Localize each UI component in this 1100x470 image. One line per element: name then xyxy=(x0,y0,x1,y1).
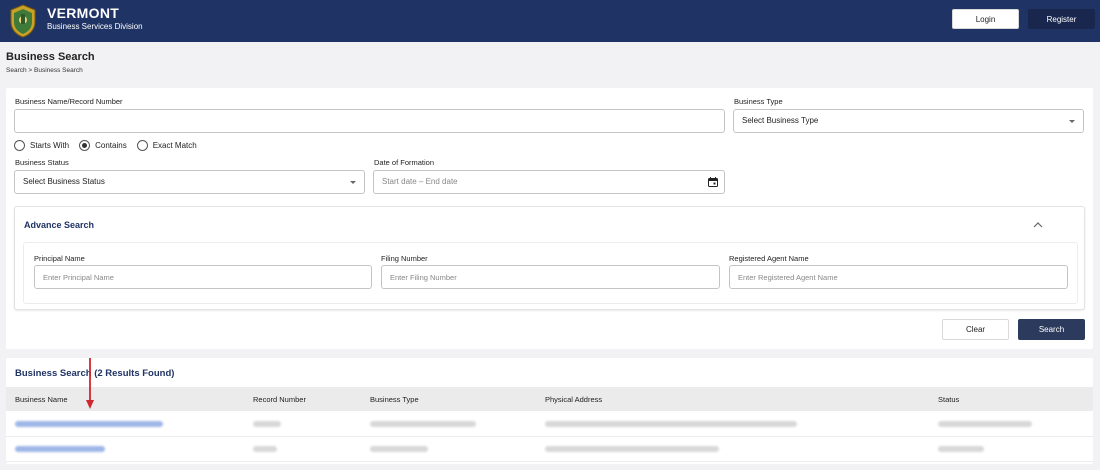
column-header-business-name[interactable]: Business Name xyxy=(15,395,68,404)
redacted-business-name-link[interactable] xyxy=(15,421,163,427)
table-row[interactable] xyxy=(6,437,1093,462)
radio-label: Contains xyxy=(95,140,127,150)
business-type-label: Business Type xyxy=(734,97,783,106)
business-name-label: Business Name/Record Number xyxy=(15,97,123,106)
advance-search-title[interactable]: Advance Search xyxy=(24,220,94,230)
redacted-business-type xyxy=(370,421,476,427)
advance-search-section: Advance Search Principal Name Filing Num… xyxy=(14,206,1085,310)
annotation-arrow-icon xyxy=(86,358,94,409)
redacted-physical-address xyxy=(545,446,719,452)
filing-number-input[interactable] xyxy=(381,265,720,289)
date-range-input[interactable]: Start date – End date xyxy=(373,170,725,194)
redacted-business-type xyxy=(370,446,428,452)
business-status-label: Business Status xyxy=(15,158,69,167)
redacted-business-name-link[interactable] xyxy=(15,446,105,452)
clear-button[interactable]: Clear xyxy=(942,319,1009,340)
radio-selected-icon xyxy=(79,139,91,151)
calendar-icon[interactable] xyxy=(708,177,718,187)
results-panel: Business Search (2 Results Found) Busine… xyxy=(6,358,1093,464)
column-header-record-number[interactable]: Record Number xyxy=(253,395,306,404)
chevron-up-icon[interactable] xyxy=(1033,221,1043,228)
business-type-select[interactable]: Select Business Type xyxy=(733,109,1084,133)
radio-label: Starts With xyxy=(30,140,70,150)
redacted-record-number xyxy=(253,421,281,427)
date-of-formation-label: Date of Formation xyxy=(374,158,435,167)
column-header-business-type[interactable]: Business Type xyxy=(370,395,419,404)
radio-label: Exact Match xyxy=(152,140,197,150)
login-button[interactable]: Login xyxy=(952,9,1019,29)
registered-agent-label: Registered Agent Name xyxy=(729,254,809,263)
chevron-down-icon xyxy=(350,181,356,184)
radio-circle-icon xyxy=(14,139,25,151)
redacted-record-number xyxy=(253,446,277,452)
top-navigation-bar: VERMONT Business Services Division Login… xyxy=(0,0,1100,42)
advance-search-fields: Principal Name Filing Number Registered … xyxy=(23,242,1078,304)
match-type-radio-group: Starts With Contains Exact Match xyxy=(14,138,207,152)
results-table-header: Business Name Record Number Business Typ… xyxy=(6,387,1093,411)
brand-title: VERMONT xyxy=(47,5,120,21)
principal-name-input[interactable] xyxy=(34,265,372,289)
redacted-physical-address xyxy=(545,421,797,427)
business-status-selected-value: Select Business Status xyxy=(23,177,105,186)
table-row[interactable] xyxy=(6,412,1093,437)
radio-exact-match[interactable]: Exact Match xyxy=(136,139,197,151)
column-header-physical-address[interactable]: Physical Address xyxy=(545,395,602,404)
breadcrumb: Search > Business Search xyxy=(6,67,83,74)
business-type-selected-value: Select Business Type xyxy=(742,116,819,125)
business-status-select[interactable]: Select Business Status xyxy=(14,170,365,194)
business-name-input[interactable] xyxy=(14,109,725,133)
registered-agent-input[interactable] xyxy=(729,265,1068,289)
date-range-placeholder: Start date – End date xyxy=(382,177,458,186)
redacted-status xyxy=(938,421,1032,427)
search-button[interactable]: Search xyxy=(1018,319,1085,340)
register-button[interactable]: Register xyxy=(1028,9,1095,29)
vermont-seal-icon xyxy=(10,4,36,38)
brand-subtitle: Business Services Division xyxy=(47,22,143,31)
radio-circle-icon xyxy=(136,139,148,151)
principal-name-label: Principal Name xyxy=(34,254,85,263)
radio-starts-with[interactable]: Starts With xyxy=(14,139,70,151)
filing-number-label: Filing Number xyxy=(381,254,428,263)
redacted-status xyxy=(938,446,984,452)
page-title: Business Search xyxy=(6,51,95,63)
column-header-status[interactable]: Status xyxy=(938,395,959,404)
radio-contains[interactable]: Contains xyxy=(79,139,127,151)
chevron-down-icon xyxy=(1069,120,1075,123)
